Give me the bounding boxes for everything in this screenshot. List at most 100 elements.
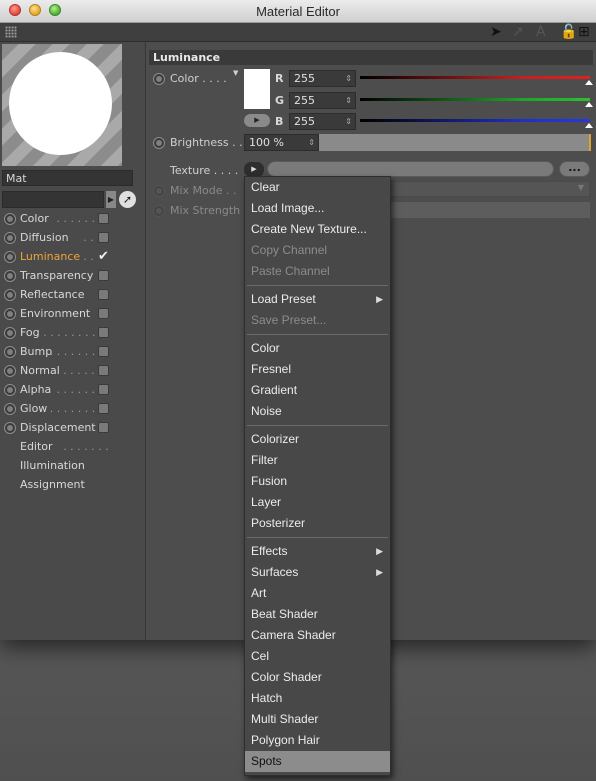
menu-item-camera-shader[interactable]: Camera Shader — [245, 625, 390, 646]
channel-item-environment[interactable]: Environment — [0, 305, 145, 324]
menu-item-polygon-hair[interactable]: Polygon Hair — [245, 730, 390, 751]
channel-radio[interactable] — [4, 365, 16, 377]
channel-checkbox[interactable] — [98, 346, 109, 357]
stepper-icon[interactable]: ⇕ — [308, 135, 315, 150]
channel-radio[interactable] — [4, 232, 16, 244]
menu-item-cel[interactable]: Cel — [245, 646, 390, 667]
g-value-field[interactable]: 255 ⇕ — [289, 92, 356, 109]
channel-item-normal[interactable]: Normal. . . . . — [0, 362, 145, 381]
channel-checkbox[interactable] — [98, 289, 109, 300]
material-preview[interactable] — [2, 44, 122, 166]
channel-radio[interactable] — [4, 213, 16, 225]
menu-item-load-image[interactable]: Load Image... — [245, 198, 390, 219]
channel-radio[interactable] — [4, 327, 16, 339]
r-value-field[interactable]: 255 ⇕ — [289, 70, 356, 87]
channel-checkbox[interactable] — [98, 308, 109, 319]
channel-item-reflectance[interactable]: Reflectance. . — [0, 286, 145, 305]
grip-icon[interactable] — [5, 26, 17, 38]
mix-mode-dropdown[interactable]: ▼ — [387, 181, 590, 197]
mix-mode-animate-radio[interactable] — [153, 185, 165, 197]
channel-item-displacement[interactable]: Displacement — [0, 419, 145, 438]
menu-item-create-new-texture[interactable]: Create New Texture... — [245, 219, 390, 240]
stepper-icon[interactable]: ⇕ — [345, 93, 352, 108]
menu-item-noise[interactable]: Noise — [245, 401, 390, 422]
color-animate-radio[interactable] — [153, 73, 165, 85]
forward-arrow-icon[interactable]: ↗ — [512, 24, 524, 40]
menu-item-effects[interactable]: Effects ▶ — [245, 541, 390, 562]
menu-item-posterizer[interactable]: Posterizer — [245, 513, 390, 534]
channel-checkbox[interactable] — [98, 365, 109, 376]
material-dropdown[interactable] — [2, 191, 104, 208]
channel-item-diffusion[interactable]: Diffusion. . . . — [0, 229, 145, 248]
back-arrow-icon[interactable]: ➤ — [490, 24, 502, 40]
menu-item-surfaces[interactable]: Surfaces ▶ — [245, 562, 390, 583]
brightness-slider[interactable] — [319, 134, 591, 151]
new-window-icon[interactable]: ⊞ — [578, 24, 590, 40]
menu-item-layer[interactable]: Layer — [245, 492, 390, 513]
menu-item-art[interactable]: Art — [245, 583, 390, 604]
menu-item-fusion[interactable]: Fusion — [245, 471, 390, 492]
channel-checkbox[interactable] — [98, 213, 109, 224]
stepper-icon[interactable]: ⇕ — [345, 114, 352, 129]
channel-radio[interactable] — [4, 346, 16, 358]
texture-browse-button[interactable]: ... — [559, 161, 590, 177]
menu-item-fresnel[interactable]: Fresnel — [245, 359, 390, 380]
brightness-animate-radio[interactable] — [153, 137, 165, 149]
channel-radio[interactable] — [4, 422, 16, 434]
chevron-right-icon[interactable]: ▶ — [106, 191, 116, 208]
channel-item-glow[interactable]: Glow. . . . . . . — [0, 400, 145, 419]
lock-icon[interactable]: 🔓 — [560, 24, 577, 40]
menu-item-clear[interactable]: Clear — [245, 177, 390, 198]
mix-strength-animate-radio[interactable] — [153, 205, 165, 217]
channel-checkbox[interactable] — [98, 327, 109, 338]
texture-menu-button[interactable]: ▶ — [244, 162, 264, 177]
channel-radio[interactable] — [4, 308, 16, 320]
color-mode-button[interactable]: ▶ — [244, 114, 270, 127]
b-slider[interactable] — [360, 119, 590, 122]
channel-radio[interactable] — [4, 289, 16, 301]
menu-item-filter[interactable]: Filter — [245, 450, 390, 471]
channel-radio[interactable] — [4, 403, 16, 415]
menu-item-gradient[interactable]: Gradient — [245, 380, 390, 401]
mix-strength-slider[interactable] — [387, 202, 590, 218]
color-swatch[interactable] — [244, 69, 270, 109]
stepper-icon[interactable]: ⇕ — [345, 71, 352, 86]
channel-checkbox[interactable] — [98, 232, 109, 243]
color-menu-arrow-icon[interactable]: ▼ — [233, 69, 238, 77]
channel-checkbox[interactable] — [98, 270, 109, 281]
b-value-field[interactable]: 255 ⇕ — [289, 113, 356, 130]
g-slider-handle[interactable] — [585, 102, 593, 107]
menu-item-color-shader[interactable]: Color Shader — [245, 667, 390, 688]
r-slider[interactable] — [360, 76, 590, 79]
channel-item-alpha[interactable]: Alpha . . . . . . — [0, 381, 145, 400]
channel-checkbox[interactable] — [98, 384, 109, 395]
channel-item-fog[interactable]: Fog. . . . . . . . . — [0, 324, 145, 343]
channel-item-editor[interactable]: Editor . . . . . . . — [0, 438, 145, 457]
menu-item-beat-shader[interactable]: Beat Shader — [245, 604, 390, 625]
menu-item-hatch[interactable]: Hatch — [245, 688, 390, 709]
menu-item-colorizer[interactable]: Colorizer — [245, 429, 390, 450]
menu-item-color[interactable]: Color — [245, 338, 390, 359]
channel-item-illumination[interactable]: Illumination — [0, 457, 145, 476]
menu-item-spots[interactable]: Spots — [245, 751, 390, 772]
b-slider-handle[interactable] — [585, 123, 593, 128]
menu-item-load-preset[interactable]: Load Preset ▶ — [245, 289, 390, 310]
channel-radio[interactable] — [4, 270, 16, 282]
channel-item-assignment[interactable]: Assignment — [0, 476, 145, 495]
channel-item-transparency[interactable]: Transparency — [0, 267, 145, 286]
r-slider-handle[interactable] — [585, 80, 593, 85]
menu-item-multi-shader[interactable]: Multi Shader — [245, 709, 390, 730]
pick-cursor-icon[interactable]: ➚ — [119, 191, 136, 208]
material-name-field[interactable]: Mat — [2, 170, 133, 186]
brightness-field[interactable]: 100 % ⇕ — [244, 134, 319, 151]
g-slider[interactable] — [360, 98, 590, 101]
channel-item-bump[interactable]: Bump. . . . . . . — [0, 343, 145, 362]
channel-checkbox[interactable] — [98, 403, 109, 414]
channel-radio[interactable] — [4, 384, 16, 396]
channel-radio[interactable] — [4, 251, 16, 263]
attributes-icon[interactable]: A — [536, 24, 546, 40]
channel-checkbox[interactable] — [98, 422, 109, 433]
channel-item-luminance[interactable]: Luminance. . ✔ — [0, 248, 145, 267]
channel-item-color[interactable]: Color . . . . . . . — [0, 210, 145, 229]
texture-field[interactable] — [267, 161, 554, 177]
